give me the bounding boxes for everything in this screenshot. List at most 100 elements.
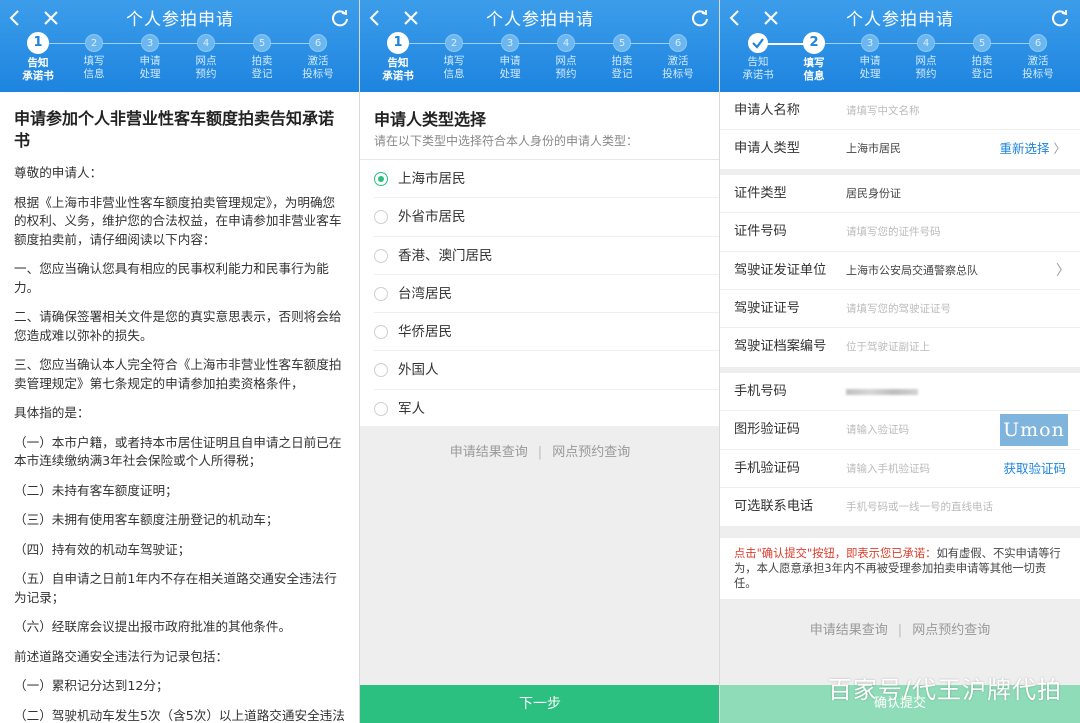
step-1-label-a: 告知 bbox=[747, 56, 769, 68]
step-2-label-a: 填写 bbox=[803, 57, 825, 69]
applicant-name-field[interactable]: 申请人名称 请填写中文名称 bbox=[720, 92, 1080, 131]
step-3-label-b: 处理 bbox=[499, 68, 521, 80]
field-label: 证件号码 bbox=[734, 224, 787, 240]
link-separator: | bbox=[537, 445, 543, 460]
license-archive-field[interactable]: 驾驶证档案编号 位于驾驶证副证上 bbox=[720, 328, 1080, 366]
option-label: 台湾居民 bbox=[398, 285, 452, 302]
step-1-label: 告知 承诺书 bbox=[733, 56, 783, 82]
refresh-icon[interactable] bbox=[690, 8, 710, 28]
applicant-type-panel: 申请人类型选择 请在以下类型中选择符合本人身份的申请人类型： 上海市居民 外省市… bbox=[360, 92, 719, 428]
result-query-link[interactable]: 申请结果查询 bbox=[810, 623, 888, 638]
alt-phone-field[interactable]: 可选联系电话 手机号码或一线一号的直线电话 bbox=[720, 488, 1080, 526]
step-3-label-b: 处理 bbox=[139, 68, 161, 80]
type-option-military[interactable]: 军人 bbox=[374, 390, 719, 428]
radio-icon bbox=[374, 248, 388, 263]
step-4-label-a: 网点 bbox=[195, 55, 217, 67]
step-5-label: 拍卖 登记 bbox=[957, 55, 1007, 81]
id-number-field[interactable]: 证件号码 请填写您的证件号码 bbox=[720, 213, 1080, 252]
radio-icon bbox=[374, 210, 388, 225]
id-type-field: 证件类型 居民身份证 bbox=[720, 175, 1080, 214]
step-6-label: 激活 投标号 bbox=[653, 55, 703, 81]
step-1-label-b: 承诺书 bbox=[742, 69, 774, 81]
step-5-label-a: 拍卖 bbox=[251, 55, 273, 67]
step-1: 1 告知 承诺书 bbox=[373, 32, 423, 83]
appointment-query-link[interactable]: 网点预约查询 bbox=[912, 623, 990, 638]
type-option-hk-macau[interactable]: 香港、澳门居民 bbox=[374, 237, 719, 275]
step-5-label-a: 拍卖 bbox=[611, 55, 633, 67]
step-3: 3 申请 处理 bbox=[125, 33, 175, 81]
type-option-other-province[interactable]: 外省市居民 bbox=[374, 198, 719, 237]
radio-selected-icon bbox=[374, 172, 388, 186]
agreement-paragraph: （五）自申请之日前1年内不存在相关道路交通安全违法行为记录； bbox=[14, 571, 337, 605]
appointment-query-link[interactable]: 网点预约查询 bbox=[552, 445, 630, 460]
step-5-label-b: 登记 bbox=[971, 68, 993, 80]
agreement-paragraph: 根据《上海市非营业性客车额度拍卖管理规定》，为明确您的权利、义务，维护您的合法权… bbox=[14, 194, 342, 247]
field-label: 手机号码 bbox=[734, 383, 787, 399]
license-number-field[interactable]: 驾驶证证号 请填写您的驾驶证证号 bbox=[720, 290, 1080, 329]
agreement-paragraph: （二）未持有客车额度证明； bbox=[14, 482, 178, 498]
header-bar: 个人参拍申请 告知 承诺书 2 填写 信息 3 申请 处理 4 网点 预约 5 拍卖 登记 6 激活… bbox=[720, 0, 1080, 92]
reselect-label: 重新选择 bbox=[999, 141, 1050, 157]
agreement-paragraph: 三、您应当确认本人完全符合《上海市非营业性客车额度拍卖管理规定》第七条规定的申请… bbox=[14, 357, 342, 391]
step-5-label: 拍卖 登记 bbox=[597, 55, 647, 81]
step-2-label-b: 信息 bbox=[443, 68, 465, 80]
phone-field[interactable]: 手机号码 bbox=[720, 373, 1080, 412]
radio-icon bbox=[374, 401, 388, 416]
step-4-label-a: 网点 bbox=[555, 55, 577, 67]
section-title: 申请人类型选择 bbox=[374, 110, 487, 129]
refresh-icon[interactable] bbox=[330, 8, 350, 28]
type-option-foreigner[interactable]: 外国人 bbox=[374, 351, 719, 390]
step-3: 3 申请 处理 bbox=[485, 33, 535, 81]
agreement-paragraph: （二）驾驶机动车发生5次（含5次）以上道路交通安全违法行为； bbox=[14, 707, 345, 723]
step-3-label-b: 处理 bbox=[859, 68, 881, 80]
application-form: 申请人名称 请填写中文名称 申请人类型 上海市居民 重新选择 〉 证件类型 居民身份证 … bbox=[720, 92, 1080, 600]
radio-icon bbox=[374, 363, 388, 378]
alt-phone-input[interactable]: 手机号码或一线一号的直线电话 bbox=[846, 488, 993, 526]
next-step-button[interactable]: 下一步 bbox=[360, 685, 719, 723]
link-separator: | bbox=[897, 623, 903, 638]
id-number-input[interactable]: 请填写您的证件号码 bbox=[846, 213, 941, 251]
step-6-badge: 6 bbox=[1029, 34, 1047, 52]
reselect-button[interactable]: 重新选择 〉 bbox=[999, 130, 1066, 168]
field-label: 可选联系电话 bbox=[734, 498, 814, 514]
step-progress: 1 告知 承诺书 2 填写 信息 3 申请 处理 4 网点 预约 5 拍卖 登记 6 激活 投标号 bbox=[0, 32, 359, 89]
option-label: 香港、澳门居民 bbox=[398, 247, 493, 264]
license-archive-input[interactable]: 位于驾驶证副证上 bbox=[846, 328, 930, 366]
get-code-button[interactable]: 获取验证码 bbox=[1003, 450, 1066, 488]
step-6-label: 激活 投标号 bbox=[1013, 55, 1063, 81]
chevron-right-icon: 〉 bbox=[1053, 141, 1066, 157]
license-number-input[interactable]: 请填写您的驾驶证证号 bbox=[846, 290, 951, 328]
captcha-field[interactable]: 图形验证码 请输入验证码 Umon bbox=[720, 411, 1080, 450]
agreement-paragraph: 二、请确保签署相关文件是您的真实意思表示，否则将会给您造成难以弥补的损失。 bbox=[14, 309, 342, 343]
captcha-image[interactable]: Umon bbox=[1000, 414, 1068, 447]
type-option-taiwan[interactable]: 台湾居民 bbox=[374, 275, 719, 314]
type-option-overseas-chinese[interactable]: 华侨居民 bbox=[374, 313, 719, 352]
commitment-notice: 点击"确认提交"按钮，即表示您已承诺：如有虚假、不实申请等行为，本人愿意承担3年… bbox=[720, 538, 1080, 600]
sms-code-input[interactable]: 请输入手机验证码 bbox=[846, 450, 930, 488]
step-5-badge: 5 bbox=[253, 34, 271, 52]
step-2-label-a: 填写 bbox=[83, 55, 105, 67]
type-option-shanghai[interactable]: 上海市居民 bbox=[374, 160, 719, 199]
agreement-paragraph: 前述道路交通安全违法行为记录包括： bbox=[14, 648, 229, 664]
step-1: 1 告知 承诺书 bbox=[13, 32, 63, 83]
query-links: 申请结果查询 | 网点预约查询 bbox=[360, 441, 719, 460]
license-issuer-field[interactable]: 驾驶证发证单位 上海市公安局交通警察总队 〉 bbox=[720, 252, 1080, 290]
divider bbox=[720, 526, 1080, 539]
step-2-badge: 2 bbox=[85, 34, 103, 52]
agreement-content[interactable]: 申请参加个人非营业性客车额度拍卖告知承诺书 尊敬的申请人： 根据《上海市非营业性… bbox=[0, 92, 359, 723]
field-label: 驾驶证证号 bbox=[734, 300, 800, 316]
applicant-type-field: 申请人类型 上海市居民 重新选择 〉 bbox=[720, 130, 1080, 168]
agreement-paragraph: （三）未拥有使用客车额度注册登记的机动车； bbox=[14, 512, 279, 527]
page-title: 个人参拍申请 bbox=[126, 10, 234, 30]
result-query-link[interactable]: 申请结果查询 bbox=[450, 445, 528, 460]
refresh-icon[interactable] bbox=[1050, 8, 1070, 28]
step-3-label: 申请 处理 bbox=[125, 55, 175, 81]
step-5-label-a: 拍卖 bbox=[971, 55, 993, 67]
step-4-label: 网点 预约 bbox=[901, 55, 951, 81]
step-6-label: 激活 投标号 bbox=[293, 55, 343, 81]
step-3-label-a: 申请 bbox=[859, 55, 881, 67]
applicant-name-input[interactable]: 请填写中文名称 bbox=[846, 92, 920, 130]
captcha-input[interactable]: 请输入验证码 bbox=[846, 411, 909, 449]
sms-code-field[interactable]: 手机验证码 请输入手机验证码 获取验证码 bbox=[720, 450, 1080, 488]
step-6-label-b: 投标号 bbox=[662, 68, 694, 80]
